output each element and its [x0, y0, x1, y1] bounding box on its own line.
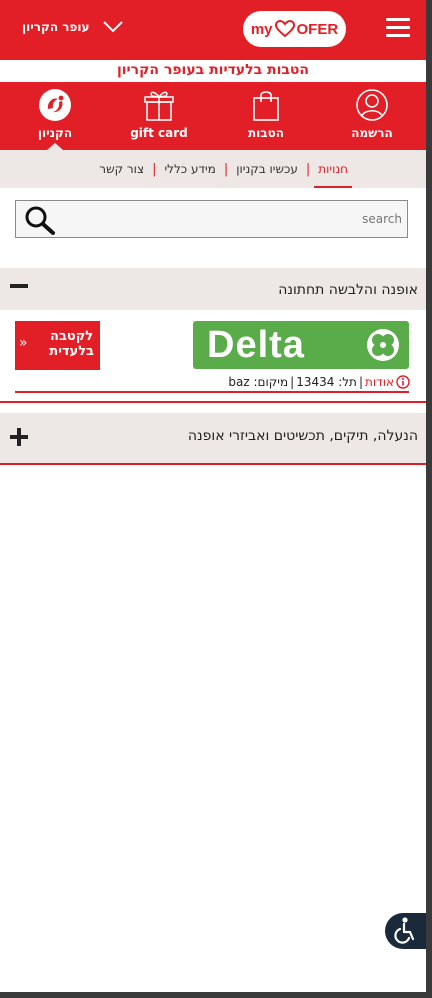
nav-item-gift-card[interactable]: gift card: [111, 82, 207, 150]
store-info: אודות | תל: 13434 | מיקום: baz: [228, 373, 410, 391]
category-title: אופנה והלבשה תחתונה: [278, 282, 418, 298]
accessibility-icon: [394, 917, 415, 944]
deal-line-2: בלעדית: [49, 344, 94, 359]
exclusive-deal-button[interactable]: » לקטבה בלעדית: [15, 321, 100, 370]
clover-icon: [367, 329, 399, 361]
menu-icon[interactable]: [386, 18, 410, 37]
nav-label-benefits: הטבות: [247, 126, 285, 140]
about-link[interactable]: אודות: [365, 375, 394, 389]
accessibility-button[interactable]: [385, 913, 426, 949]
chevron-down-icon: [103, 21, 124, 33]
tab-stores[interactable]: חנויות: [310, 150, 356, 188]
mall-selector[interactable]: עופר הקריון: [22, 16, 124, 38]
category-title: הנעלה, תיקים, תכשיטים ואביזרי אופנה: [187, 428, 418, 444]
search-icon[interactable]: [24, 205, 56, 235]
double-chevron-icon: »: [19, 335, 28, 351]
active-caret: [47, 143, 63, 150]
deal-line-1: לקטבה: [50, 329, 94, 344]
info-icon[interactable]: [396, 375, 410, 389]
minus-icon[interactable]: [10, 283, 28, 289]
category-shoes-bags[interactable]: הנעלה, תיקים, תכשיטים ואביזרי אופנה: [0, 413, 426, 465]
mall-name: עופר הקריון: [22, 20, 90, 34]
nav-item-mall[interactable]: הקניון: [7, 82, 103, 150]
search-input[interactable]: [62, 201, 404, 237]
sub-tabs: חנויות | עכשיו בקניון | מידע כללי | צור …: [0, 150, 426, 188]
info-separator: |: [290, 375, 295, 389]
section-divider: [0, 401, 426, 403]
nav-label-gift-card: gift card: [130, 126, 188, 140]
shopping-bag-icon: [251, 87, 281, 123]
deal-text: לקטבה בלעדית: [49, 329, 94, 359]
logo-my-text: my: [250, 20, 273, 38]
mall-icon: [37, 87, 73, 123]
page-subtitle: הטבות בלעדיות בעופר הקריון: [116, 62, 310, 78]
tab-general-info[interactable]: מידע כללי: [156, 150, 223, 188]
nav-item-benefits[interactable]: הטבות: [218, 82, 314, 150]
nav-label-mall: הקניון: [37, 126, 73, 140]
info-separator: |: [358, 375, 363, 389]
user-icon: [355, 87, 389, 123]
tab-now-in-mall[interactable]: עכשיו בקניון: [228, 150, 306, 188]
store-phone: תל: 13434: [296, 375, 357, 389]
store-location: מיקום: baz: [228, 375, 289, 389]
heart-icon: [274, 20, 295, 38]
icon-nav: הרשמה הטבות gift card הקניון: [0, 82, 426, 150]
nav-item-register[interactable]: הרשמה: [324, 82, 420, 150]
top-bar: עופר הקריון my OFER: [0, 0, 426, 60]
logo-brand-text: OFER: [296, 20, 339, 38]
store-underline: [15, 391, 409, 393]
delta-store-logo[interactable]: Delta: [193, 321, 409, 369]
page: עופר הקריון my OFER הטבות בלעדיות בעופר …: [0, 0, 426, 992]
plus-icon[interactable]: [10, 428, 28, 446]
gift-icon: [142, 87, 176, 123]
delta-logo-text: Delta: [207, 324, 305, 366]
search-box: [15, 200, 408, 238]
my-ofer-logo[interactable]: my OFER: [243, 11, 346, 47]
category-fashion[interactable]: אופנה והלבשה תחתונה: [0, 268, 426, 310]
tab-contact[interactable]: צור קשר: [91, 150, 152, 188]
nav-label-register: הרשמה: [351, 126, 393, 140]
